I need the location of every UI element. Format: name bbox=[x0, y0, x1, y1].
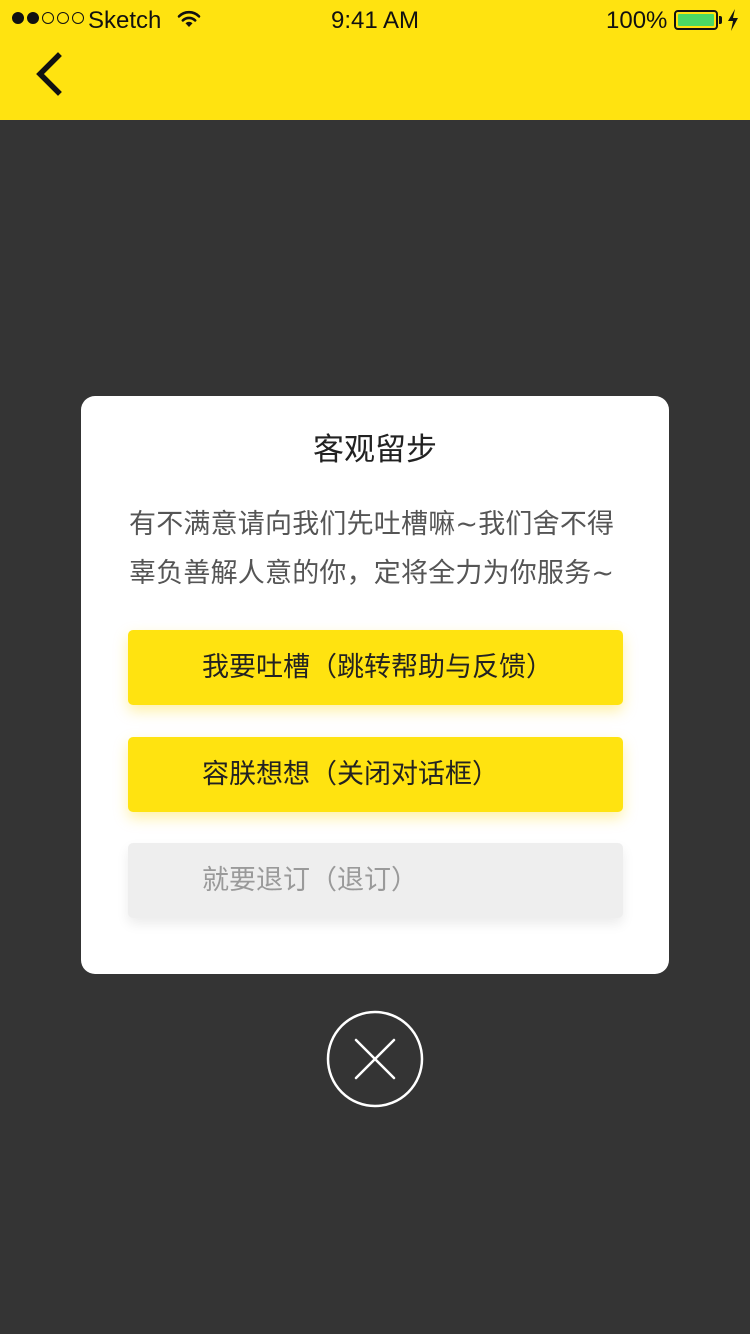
charging-bolt-icon bbox=[728, 9, 738, 31]
dialog-title: 客观留步 bbox=[313, 432, 437, 468]
battery-level bbox=[678, 14, 714, 26]
dialog-message: 有不满意请向我们先吐槽嘛~我们舍不得 辜负善解人意的你，定将全力为你服务~ bbox=[129, 500, 629, 598]
back-chevron-icon[interactable] bbox=[28, 50, 72, 100]
battery-icon bbox=[674, 10, 718, 30]
unsubscribe-button[interactable]: 就要退订（退订） bbox=[128, 843, 623, 918]
close-circle-icon[interactable] bbox=[326, 1010, 424, 1108]
reconsider-button[interactable]: 容朕想想（关闭对话框） bbox=[128, 737, 623, 812]
battery-cap bbox=[719, 16, 722, 24]
dialog-message-line-1: 有不满意请向我们先吐槽嘛~我们舍不得 bbox=[129, 509, 615, 540]
feedback-button[interactable]: 我要吐槽（跳转帮助与反馈） bbox=[128, 630, 623, 705]
top-bar: Sketch 9:41 AM 100% bbox=[0, 0, 750, 120]
status-bar: Sketch 9:41 AM 100% bbox=[0, 0, 750, 40]
retention-dialog: 客观留步 有不满意请向我们先吐槽嘛~我们舍不得 辜负善解人意的你，定将全力为你服… bbox=[81, 396, 669, 974]
battery-percent: 100% bbox=[606, 7, 668, 34]
dialog-message-line-2: 辜负善解人意的你，定将全力为你服务~ bbox=[129, 558, 615, 589]
